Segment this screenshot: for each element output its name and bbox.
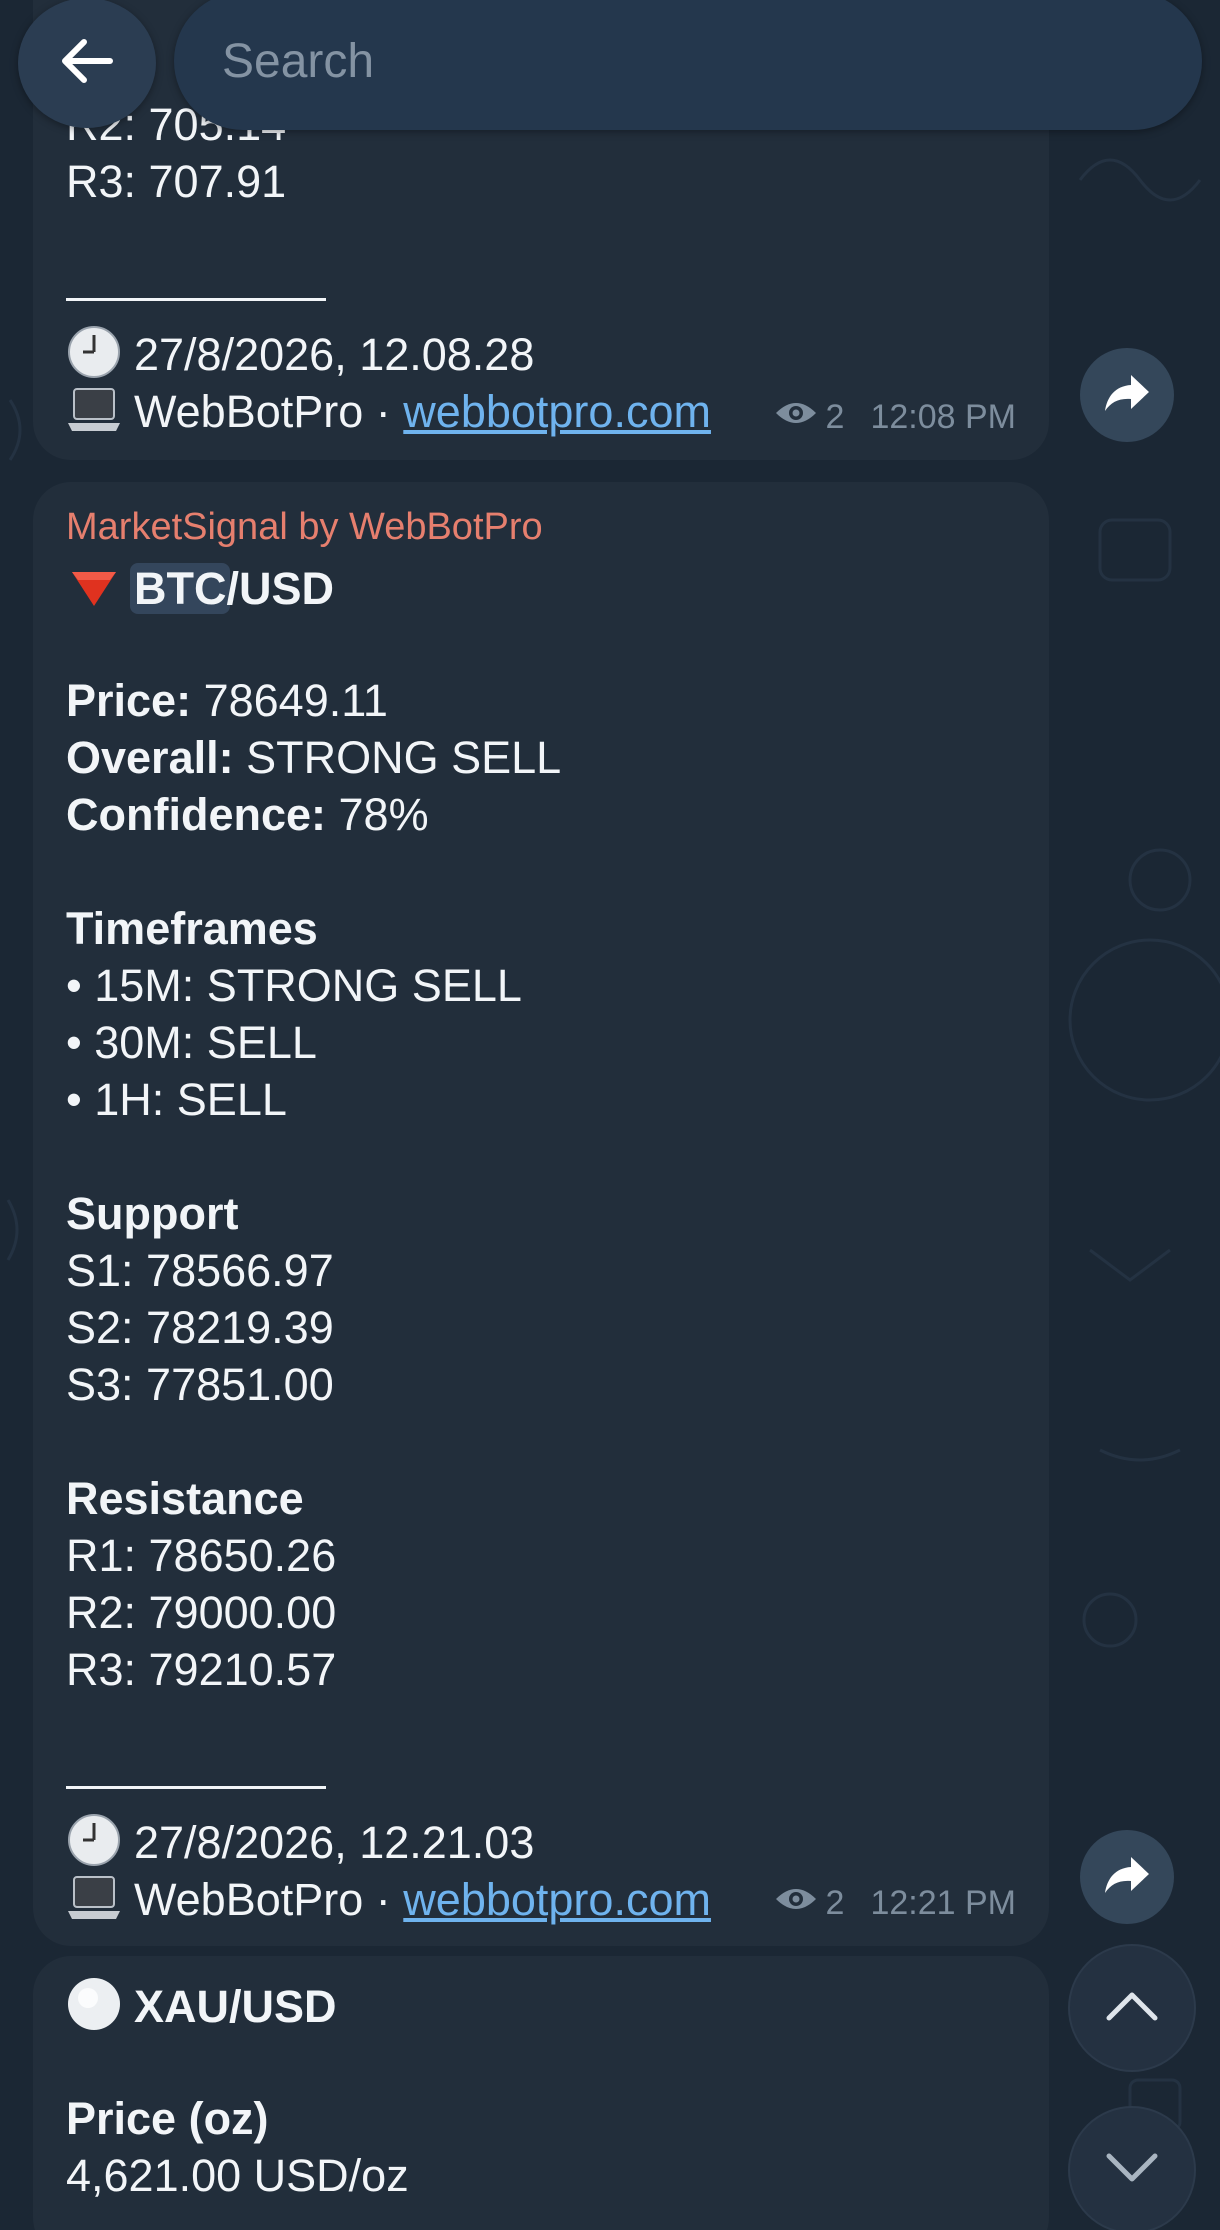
message-meta: 2 12:21 PM bbox=[774, 1875, 1016, 1932]
eye-icon bbox=[774, 1875, 818, 1932]
chevron-down-icon bbox=[1106, 2153, 1158, 2188]
white-circle-icon bbox=[66, 1976, 122, 2032]
views-count: 2 bbox=[825, 1884, 845, 1922]
clock-icon bbox=[66, 1812, 122, 1868]
datetime-line: 27/8/2026, 12.21.03 bbox=[66, 1812, 1016, 1869]
separator-line: —————— bbox=[66, 1758, 326, 1809]
message-bubble-xau[interactable]: XAU/USD Price (oz) 4,621.00 USD/oz bbox=[33, 1956, 1049, 2230]
separator-line: —————— bbox=[66, 270, 326, 321]
price-line: Price: 78649.11 bbox=[66, 675, 388, 726]
eye-icon bbox=[774, 389, 818, 446]
message-time: 12:08 PM bbox=[870, 398, 1016, 436]
views-count: 2 bbox=[825, 398, 845, 436]
red-down-triangle-icon bbox=[66, 558, 122, 614]
pair-base-hashtag[interactable]: BTC bbox=[130, 563, 231, 614]
datetime-line: 27/8/2026, 12.08.28 bbox=[66, 324, 1016, 381]
website-link[interactable]: webbotpro.com bbox=[403, 386, 711, 437]
support-level: S1: 78566.97 bbox=[66, 1245, 334, 1296]
resistance-level: R2: 79000.00 bbox=[66, 1587, 337, 1638]
timeframes-title: Timeframes bbox=[66, 903, 318, 954]
support-level: S3: 77851.00 bbox=[66, 1359, 334, 1410]
search-bar[interactable] bbox=[174, 0, 1202, 130]
clock-icon bbox=[66, 324, 122, 380]
resistance-r3-line: R3: 707.91 bbox=[66, 156, 287, 207]
resistance-title: Resistance bbox=[66, 1473, 304, 1524]
forward-button[interactable] bbox=[1080, 1830, 1174, 1924]
share-forward-icon bbox=[1103, 1855, 1151, 1900]
chevron-up-icon bbox=[1106, 1991, 1158, 2026]
timeframe-item: • 15M: STRONG SELL bbox=[66, 960, 522, 1011]
overall-line: Overall: STRONG SELL bbox=[66, 732, 562, 783]
forward-button[interactable] bbox=[1080, 348, 1174, 442]
back-button[interactable] bbox=[18, 0, 156, 128]
scroll-down-button[interactable] bbox=[1068, 2106, 1196, 2230]
price-value: 4,621.00 USD/oz bbox=[66, 2150, 409, 2201]
message-bubble-btc[interactable]: MarketSignal by WebBotPro BTC/USD Price:… bbox=[33, 482, 1049, 1946]
message-meta: 2 12:08 PM bbox=[774, 389, 1016, 446]
pair-title: XAU/USD bbox=[66, 1976, 1016, 2033]
confidence-line: Confidence: 78% bbox=[66, 789, 429, 840]
website-link[interactable]: webbotpro.com bbox=[403, 1874, 711, 1925]
scroll-up-button[interactable] bbox=[1068, 1944, 1196, 2072]
message-time: 12:21 PM bbox=[870, 1884, 1016, 1922]
laptop-icon bbox=[66, 381, 122, 437]
share-forward-icon bbox=[1103, 373, 1151, 418]
resistance-level: R3: 79210.57 bbox=[66, 1644, 337, 1695]
support-level: S2: 78219.39 bbox=[66, 1302, 334, 1353]
pair-title: BTC/USD bbox=[66, 558, 1016, 615]
laptop-icon bbox=[66, 1869, 122, 1925]
timeframe-item: • 1H: SELL bbox=[66, 1074, 287, 1125]
price-title: Price (oz) bbox=[66, 2093, 269, 2144]
search-input[interactable] bbox=[222, 33, 1202, 89]
support-title: Support bbox=[66, 1188, 239, 1239]
timeframe-item: • 30M: SELL bbox=[66, 1017, 317, 1068]
resistance-level: R1: 78650.26 bbox=[66, 1530, 337, 1581]
sender-name: MarketSignal by WebBotPro bbox=[66, 506, 543, 548]
arrow-left-icon bbox=[60, 38, 114, 89]
